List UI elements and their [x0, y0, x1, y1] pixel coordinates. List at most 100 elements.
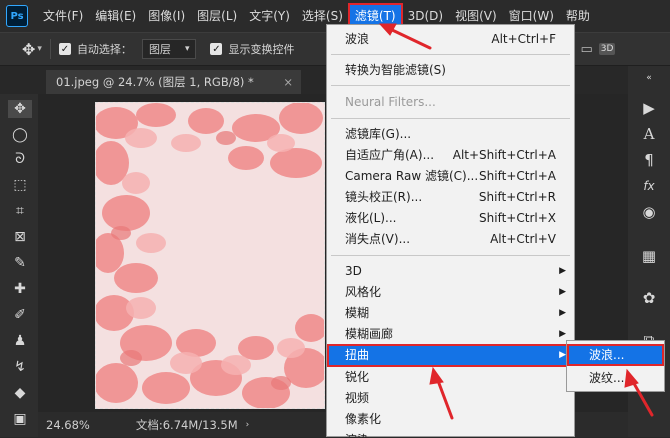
- photoshop-logo-icon: Ps: [6, 5, 28, 27]
- menu-layer[interactable]: 图层(L): [192, 5, 242, 27]
- menu-divider: [331, 118, 570, 119]
- show-transform-label: 显示变换控件: [228, 43, 295, 56]
- panel-collapse-icon[interactable]: «: [638, 68, 660, 88]
- menu-type[interactable]: 文字(Y): [244, 5, 295, 27]
- menu-item-label: 消失点(V)...: [345, 232, 411, 246]
- filter-last-wave-shortcut: Alt+Ctrl+F: [491, 32, 556, 46]
- menu-item-label: 3D: [345, 264, 362, 278]
- color-panel-icon[interactable]: ✿: [638, 288, 660, 308]
- menu-divider: [331, 54, 570, 55]
- filter-sharpen[interactable]: 锐化: [327, 367, 574, 388]
- eraser-tool-icon[interactable]: ◆: [11, 384, 29, 402]
- brush-tool-icon[interactable]: ✐: [11, 306, 29, 324]
- filter-blur-gallery[interactable]: 模糊画廊 ▶: [327, 324, 574, 345]
- show-transform-checkbox[interactable]: ✓: [210, 43, 223, 55]
- glyphs-panel-icon[interactable]: fx: [638, 176, 660, 196]
- filter-menu-dropdown: 波浪 Alt+Ctrl+F 转换为智能滤镜(S) Neural Filters.…: [326, 24, 575, 438]
- document-tab-title: 01.jpeg @ 24.7% (图层 1, RGB/8) *: [56, 75, 254, 89]
- close-icon[interactable]: ×: [283, 70, 293, 94]
- lens-correction[interactable]: 镜头校正(R)... Shift+Ctrl+R: [327, 187, 574, 208]
- menu-item-label: 模糊画廊: [345, 327, 394, 341]
- auto-select-label: 自动选择：: [76, 43, 132, 56]
- auto-select-checkbox[interactable]: ✓: [58, 43, 71, 55]
- move-tool-icon[interactable]: ✥: [8, 100, 32, 118]
- divider: [49, 39, 51, 59]
- menu-image[interactable]: 图像(I): [143, 5, 190, 27]
- chevron-down-icon[interactable]: ▾: [37, 44, 42, 54]
- submenu-arrow-icon: ▶: [559, 350, 566, 360]
- filter-3d[interactable]: 3D ▶: [327, 261, 574, 282]
- menu-item-label: Camera Raw 滤镜(C)...: [345, 169, 479, 183]
- align-icons[interactable]: ▭: [580, 42, 592, 57]
- menu-item-shortcut: Shift+Ctrl+A: [479, 169, 556, 183]
- filter-blur[interactable]: 模糊 ▶: [327, 303, 574, 324]
- menu-item-label: 锐化: [345, 370, 370, 384]
- menu-file[interactable]: 文件(F): [38, 5, 88, 27]
- object-select-tool-icon[interactable]: ⬚: [11, 176, 29, 194]
- adaptive-wide-angle[interactable]: 自适应广角(A)... Alt+Shift+Ctrl+A: [327, 145, 574, 166]
- convert-smart-filter-label: 转换为智能滤镜(S): [345, 63, 446, 77]
- vanishing-point[interactable]: 消失点(V)... Alt+Ctrl+V: [327, 229, 574, 250]
- chevron-down-icon: ▾: [184, 44, 190, 54]
- auto-select-dropdown[interactable]: 图层 ▾: [141, 39, 197, 59]
- submenu-arrow-icon: ▶: [559, 287, 566, 297]
- menu-item-label: 风格化: [345, 285, 382, 299]
- marquee-tool-icon[interactable]: ◯: [11, 126, 29, 144]
- stamp-tool-icon[interactable]: ♟: [11, 332, 29, 350]
- distort-wave[interactable]: 波浪...: [567, 344, 664, 366]
- menu-item-label: 渲染: [345, 433, 369, 438]
- zoom-level[interactable]: 24.68%: [46, 418, 90, 432]
- menu-item-label: 自适应广角(A)...: [345, 148, 435, 162]
- move-tool-icon[interactable]: ✥: [22, 40, 35, 59]
- camera-raw-filter[interactable]: Camera Raw 滤镜(C)... Shift+Ctrl+A: [327, 166, 574, 187]
- character-panel-icon[interactable]: A: [638, 124, 660, 144]
- filter-distort[interactable]: 扭曲 ▶: [327, 344, 574, 367]
- filter-last-wave[interactable]: 波浪 Alt+Ctrl+F: [327, 29, 574, 50]
- gradient-tool-icon[interactable]: ▣: [11, 410, 29, 428]
- convert-smart-filter[interactable]: 转换为智能滤镜(S): [327, 60, 574, 81]
- crop-tool-icon[interactable]: ⌗: [11, 202, 29, 220]
- neural-filters: Neural Filters...: [327, 92, 574, 113]
- history-brush-tool-icon[interactable]: ↯: [11, 358, 29, 376]
- chevron-right-icon[interactable]: ›: [246, 420, 250, 430]
- submenu-arrow-icon: ▶: [559, 266, 566, 276]
- menu-item-shortcut: Alt+Ctrl+V: [490, 232, 556, 246]
- auto-select-value: 图层: [148, 43, 171, 56]
- menu-item-label: 波浪...: [589, 348, 625, 362]
- distort-ripple[interactable]: 波纹...: [567, 368, 664, 388]
- submenu-arrow-icon: ▶: [559, 308, 566, 318]
- filter-stylize[interactable]: 风格化 ▶: [327, 282, 574, 303]
- liquify[interactable]: 液化(L)... Shift+Ctrl+X: [327, 208, 574, 229]
- properties-panel-icon[interactable]: ◉: [638, 202, 660, 222]
- menu-item-label: 镜头校正(R)...: [345, 190, 423, 204]
- document-info: 文档:6.74M/13.5M: [135, 417, 238, 432]
- submenu-arrow-icon: ▶: [559, 329, 566, 339]
- menu-item-shortcut: Alt+Shift+Ctrl+A: [452, 148, 556, 162]
- distort-submenu: 波浪... 波纹...: [566, 340, 665, 392]
- menu-divider: [331, 255, 570, 256]
- menu-item-label: 液化(L)...: [345, 211, 397, 225]
- filter-gallery[interactable]: 滤镜库(G)...: [327, 124, 574, 145]
- menu-item-shortcut: Shift+Ctrl+X: [479, 211, 556, 225]
- paragraph-panel-icon[interactable]: ¶: [638, 150, 660, 170]
- menu-divider: [331, 85, 570, 86]
- rose-petals-image-art: [96, 103, 324, 408]
- menu-item-label: 视频: [345, 391, 370, 405]
- filter-video[interactable]: 视频: [327, 388, 574, 409]
- neural-filters-label: Neural Filters...: [345, 95, 436, 109]
- tools-panel: ✥ ◯ ᘐ ⬚ ⌗ ⊠ ✎ ✚ ✐ ♟ ↯ ◆ ▣: [0, 94, 38, 437]
- frame-tool-icon[interactable]: ⊠: [11, 228, 29, 246]
- 3d-panel-icon[interactable]: ▶: [638, 98, 660, 118]
- menu-item-label: 波纹...: [589, 371, 625, 385]
- lasso-tool-icon[interactable]: ᘐ: [11, 150, 29, 168]
- menu-item-shortcut: Shift+Ctrl+R: [478, 190, 556, 204]
- swatches-panel-icon[interactable]: ▦: [638, 246, 660, 266]
- menu-item-label: 像素化: [345, 412, 382, 426]
- filter-pixelate[interactable]: 像素化: [327, 409, 574, 430]
- menu-edit[interactable]: 编辑(E): [90, 5, 141, 27]
- document-tab[interactable]: 01.jpeg @ 24.7% (图层 1, RGB/8) * ×: [46, 70, 301, 94]
- menu-item-label: 扭曲: [345, 348, 370, 362]
- mode-3d-label[interactable]: 3D: [598, 43, 616, 55]
- eyedropper-tool-icon[interactable]: ✎: [11, 254, 29, 272]
- healing-brush-tool-icon[interactable]: ✚: [11, 280, 29, 298]
